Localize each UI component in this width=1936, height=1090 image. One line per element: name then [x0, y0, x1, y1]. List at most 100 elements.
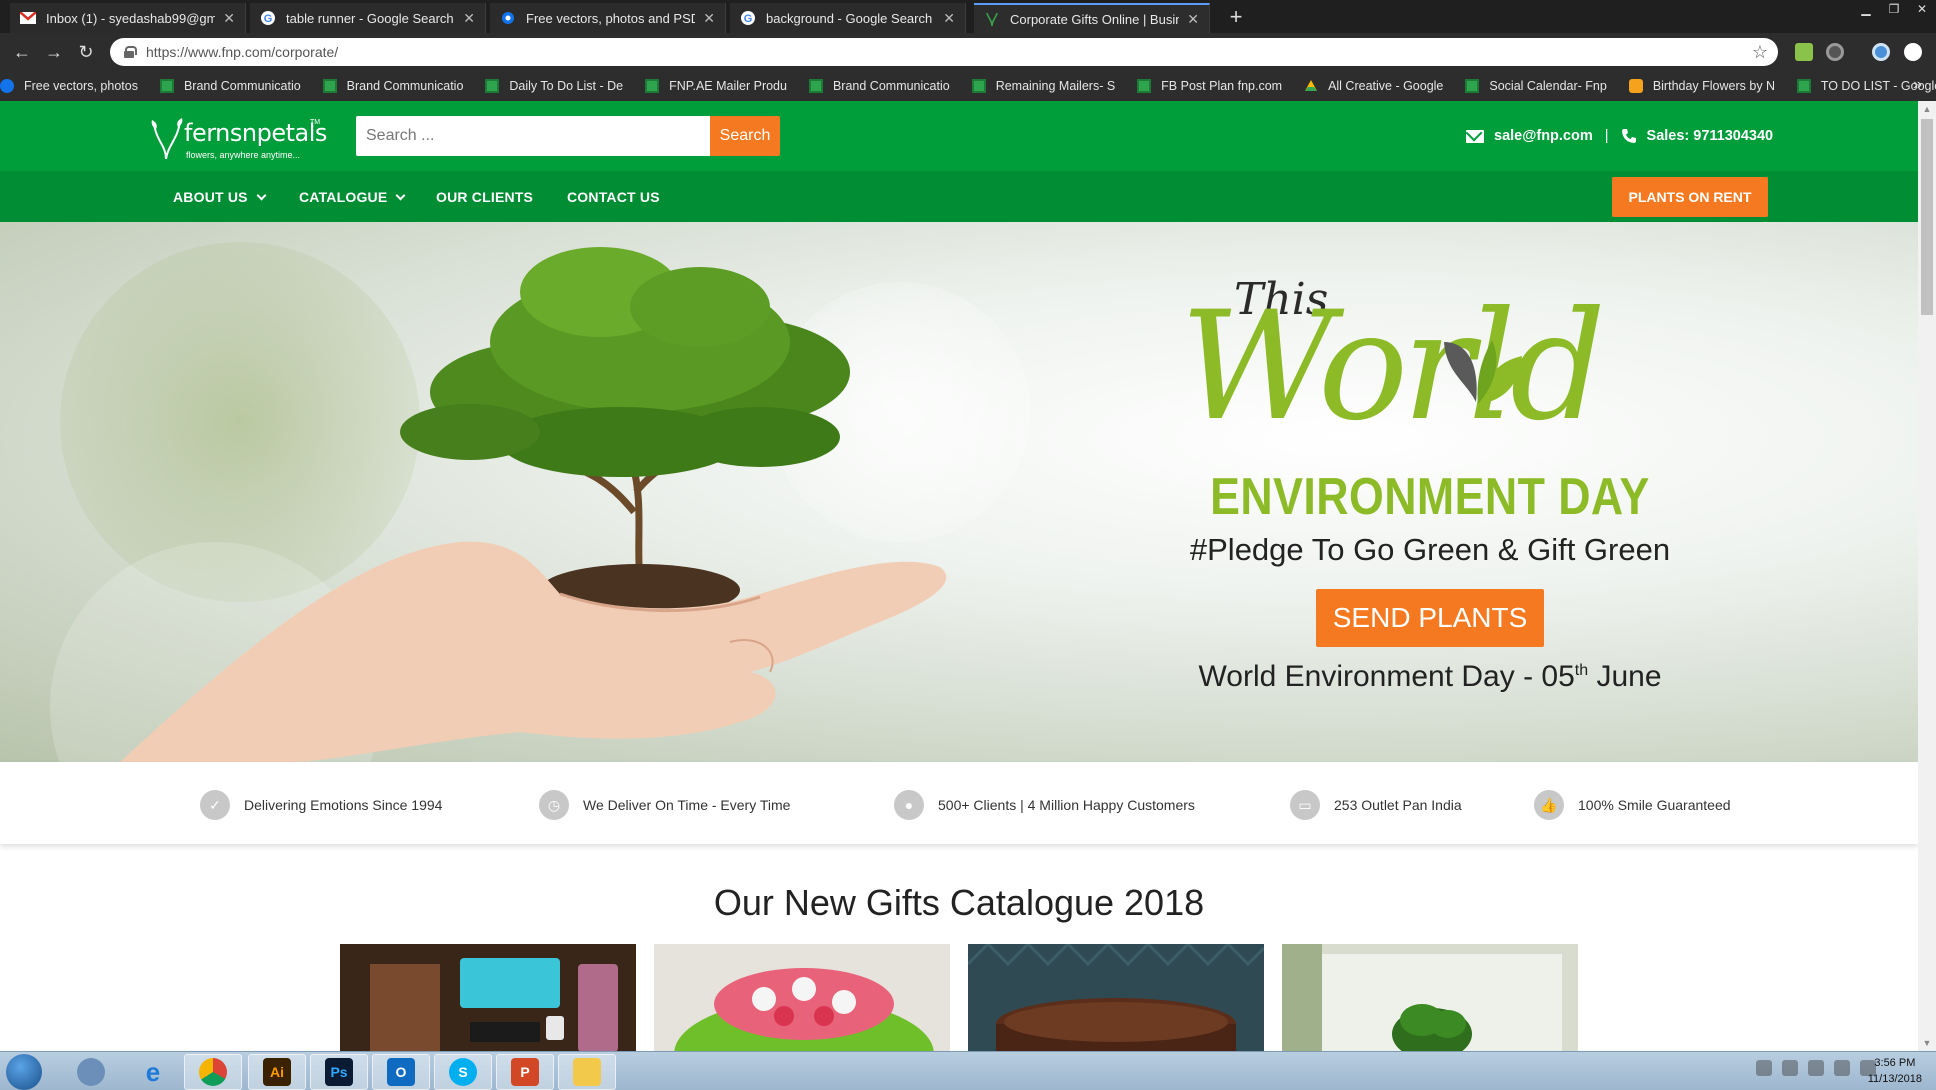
scroll-thumb[interactable]	[1921, 119, 1933, 315]
feature-item: ▭ 253 Outlet Pan India	[1290, 790, 1462, 820]
site-header: fernsnpetals TM flowers, anywhere anytim…	[0, 101, 1918, 171]
tab-inbox[interactable]: Inbox (1) - syedashab99@gmail.c ✕	[10, 3, 246, 33]
close-tab-icon[interactable]: ✕	[943, 10, 955, 27]
close-tab-icon[interactable]: ✕	[703, 10, 715, 27]
nav-about-us[interactable]: ABOUT US	[173, 189, 267, 205]
drive-icon	[1304, 79, 1318, 93]
tab-background[interactable]: G background - Google Search ✕	[730, 3, 966, 33]
catalogue-card-leather[interactable]	[340, 944, 636, 1052]
outlook-express-icon[interactable]	[62, 1054, 120, 1090]
bookmark-item[interactable]: Birthday Flowers by N	[1628, 79, 1775, 93]
bookmark-item[interactable]: Brand Communicatio	[808, 79, 950, 93]
sheets-icon	[971, 79, 986, 93]
reload-icon[interactable]: ↻	[74, 41, 98, 63]
google-icon: G	[740, 10, 756, 26]
window-controls: ▁ ❐ ✕	[1852, 0, 1936, 18]
tab-corporate-gifts[interactable]: Corporate Gifts Online | Business ✕	[974, 3, 1210, 33]
fnp-logo[interactable]: fernsnpetals TM flowers, anywhere anytim…	[150, 109, 327, 165]
back-arrow-icon[interactable]: ←	[10, 41, 34, 63]
separator: |	[1604, 128, 1609, 144]
nav-our-clients[interactable]: OUR CLIENTS	[436, 189, 533, 205]
gmail-icon	[20, 10, 36, 26]
bookmark-item[interactable]: Social Calendar- Fnp	[1465, 79, 1607, 93]
tab-freepik[interactable]: Free vectors, photos and PSD Do ✕	[490, 3, 726, 33]
sheets-icon	[1137, 79, 1152, 93]
outlook-icon[interactable]: O	[372, 1054, 430, 1090]
tab-title: Free vectors, photos and PSD Do	[526, 10, 695, 26]
bookmark-item[interactable]: Brand Communicatio	[159, 79, 301, 93]
catalogue-card-plant[interactable]	[1282, 944, 1578, 1052]
bookmark-item[interactable]: FB Post Plan fnp.com	[1137, 79, 1282, 93]
nav-catalogue[interactable]: CATALOGUE	[299, 189, 406, 205]
scroll-down-icon[interactable]: ▼	[1918, 1035, 1936, 1051]
photoshop-icon[interactable]: Ps	[310, 1054, 368, 1090]
hero-script-world: World	[1180, 280, 1606, 454]
extension-icon[interactable]	[1826, 43, 1844, 61]
powerpoint-icon[interactable]: P	[496, 1054, 554, 1090]
envelope-icon	[1466, 129, 1484, 143]
tab-table-runner[interactable]: G table runner - Google Search ✕	[250, 3, 486, 33]
user-icon: ●	[894, 790, 924, 820]
bookmark-item[interactable]: FNP.AE Mailer Produ	[645, 79, 787, 93]
email-link[interactable]: sale@fnp.com	[1494, 128, 1593, 144]
sync-icon[interactable]	[1808, 1060, 1824, 1076]
chrome-icon[interactable]	[184, 1054, 242, 1090]
send-plants-button[interactable]: SEND PLANTS	[1316, 589, 1544, 647]
start-button[interactable]	[6, 1054, 42, 1090]
restore-icon[interactable]: ❐	[1880, 0, 1908, 18]
hero-heading: ENVIRONMENT DAY	[1210, 468, 1650, 526]
bookmark-item[interactable]: All Creative - Google	[1304, 79, 1443, 93]
close-tab-icon[interactable]: ✕	[1187, 11, 1199, 28]
internet-explorer-icon[interactable]: e	[124, 1054, 182, 1090]
close-window-icon[interactable]: ✕	[1908, 0, 1936, 18]
feature-item: 👍 100% Smile Guaranteed	[1534, 790, 1731, 820]
network-icon[interactable]	[1782, 1060, 1798, 1076]
bookmark-item[interactable]: Free vectors, photos	[0, 79, 138, 93]
fern-leaf-icon	[151, 118, 183, 160]
potted-plant-image	[1282, 944, 1578, 1052]
clock-date: 11/13/2018	[1867, 1073, 1922, 1085]
chevron-down-icon	[395, 190, 406, 201]
clock-time: 3:56 PM	[1874, 1057, 1916, 1069]
minimize-icon[interactable]: ▁	[1852, 0, 1880, 18]
profile-icon[interactable]	[1872, 43, 1890, 61]
scroll-up-icon[interactable]: ▲	[1918, 101, 1936, 117]
bookmark-star-icon[interactable]: ☆	[1752, 42, 1768, 63]
chevron-right-icon[interactable]: »	[1913, 76, 1922, 94]
bookmark-item[interactable]: Brand Communicatio	[322, 79, 463, 93]
forward-arrow-icon[interactable]: →	[42, 41, 66, 63]
tray-arrow-icon[interactable]	[1756, 1060, 1772, 1076]
system-clock[interactable]: 3:56 PM 11/13/2018	[1868, 1055, 1922, 1087]
tab-title: Inbox (1) - syedashab99@gmail.c	[46, 10, 216, 26]
hero-banner[interactable]: This World ENVIRONMENT DAY #Pledge To Go…	[0, 222, 1918, 762]
catalogue-card-cake[interactable]	[968, 944, 1264, 1052]
hero-pledge: #Pledge To Go Green & Gift Green	[1189, 532, 1671, 567]
volume-icon[interactable]	[1834, 1060, 1850, 1076]
new-tab-button[interactable]: +	[1220, 4, 1252, 30]
brand-name: fernsnpetals	[184, 119, 327, 147]
hero-date: World Environment Day - 05th June	[1198, 660, 1662, 693]
lock-icon	[124, 46, 137, 58]
bookmark-item[interactable]: Daily To Do List - De	[485, 79, 623, 93]
bookmark-item[interactable]: Remaining Mailers- S	[971, 79, 1115, 93]
address-bar[interactable]: https://www.fnp.com/corporate/ ☆	[110, 38, 1778, 66]
nav-contact-us[interactable]: CONTACT US	[567, 189, 660, 205]
leather-goods-image	[340, 944, 636, 1052]
google-icon: G	[260, 10, 276, 26]
file-explorer-icon[interactable]	[558, 1054, 616, 1090]
menu-icon[interactable]	[1904, 43, 1922, 61]
plants-on-rent-button[interactable]: PLANTS ON RENT	[1612, 177, 1768, 217]
sheets-icon	[485, 79, 500, 93]
extension-icon[interactable]	[1795, 43, 1813, 61]
search-button[interactable]: Search	[710, 116, 780, 156]
search-input[interactable]	[356, 116, 710, 156]
fnp-orange-icon	[1628, 79, 1643, 93]
feature-item: ● 500+ Clients | 4 Million Happy Customer…	[894, 790, 1195, 820]
skype-icon[interactable]: S	[434, 1054, 492, 1090]
page-scrollbar[interactable]: ▲ ▼	[1918, 101, 1936, 1051]
sales-phone[interactable]: Sales: 9711304340	[1647, 128, 1774, 144]
close-tab-icon[interactable]: ✕	[463, 10, 475, 27]
close-tab-icon[interactable]: ✕	[223, 10, 235, 27]
illustrator-icon[interactable]: Ai	[248, 1054, 306, 1090]
catalogue-card-flowers[interactable]	[654, 944, 950, 1052]
